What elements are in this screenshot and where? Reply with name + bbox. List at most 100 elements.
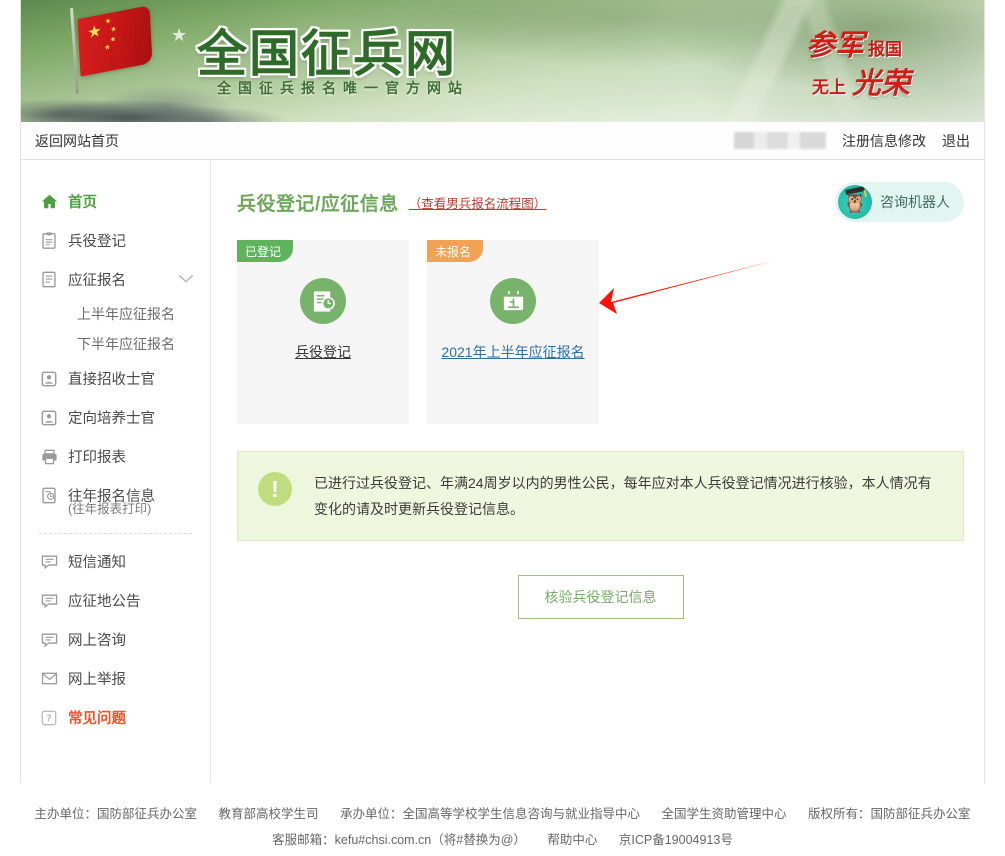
sidebar-item-home[interactable]: 首页 — [21, 182, 210, 221]
slogan-text-4: 光荣 — [852, 66, 911, 100]
sidebar-item-print-report[interactable]: 打印报表 — [21, 437, 210, 476]
sidebar-item-enlistment-application[interactable]: 应征报名 — [21, 260, 210, 299]
main-header: 兵役登记/应征信息 （查看男兵报名流程图） 🦉 咨询机器人 — [237, 182, 964, 222]
sidebar-item-label: 往年报名信息 — [68, 489, 155, 505]
star-icon: ★ — [110, 25, 117, 34]
status-cards: 已登记 兵役登记 未报名 2021年上半年应征报名 — [237, 240, 964, 424]
owl-robot-icon: 🦉 — [838, 185, 872, 219]
footer-organizer: 主办单位：国防部征兵办公室 — [34, 807, 197, 821]
card-2021-first-half-enlistment[interactable]: 未报名 2021年上半年应征报名 — [427, 240, 599, 424]
sidebar-item-targeted-training-nco[interactable]: 定向培养士官 — [21, 398, 210, 437]
red-arrow-icon — [599, 260, 777, 314]
footer-icp-link[interactable]: 京ICP备19004913号 — [619, 833, 733, 847]
badge-person-icon — [39, 408, 59, 428]
sidebar-navigation: 首页 兵役登记 应征报名 上半年应征报名 下半年应征报名 直接招收士官 定向培养… — [21, 160, 211, 783]
footer-support-email: 客服邮箱：kefu#chsi.com.cn（将#替换为@） — [272, 833, 526, 847]
page-title: 兵役登记/应征信息 — [237, 193, 399, 215]
printer-icon — [39, 447, 59, 467]
view-flowchart-link[interactable]: （查看男兵报名流程图） — [409, 193, 547, 212]
footer-line-2: 客服邮箱：kefu#chsi.com.cn（将#替换为@） 帮助中心 京ICP备… — [0, 827, 1005, 853]
star-icon: ★ — [86, 22, 103, 43]
history-icon — [39, 486, 59, 506]
sidebar-item-faq[interactable]: ? 常见问题 — [21, 698, 210, 737]
footer-undertaker: 承办单位：全国高等学校学生信息咨询与就业指导中心 — [339, 807, 640, 821]
calendar-icon — [490, 278, 536, 324]
return-home-link[interactable]: 返回网站首页 — [35, 131, 119, 151]
question-icon: ? — [39, 708, 59, 728]
sidebar-item-local-announcement[interactable]: 应征地公告 — [21, 581, 210, 620]
sidebar-item-past-applications[interactable]: 往年报名信息 — [21, 476, 210, 506]
document-icon — [39, 270, 59, 290]
card-link[interactable]: 兵役登记 — [237, 342, 409, 362]
message-icon — [39, 630, 59, 650]
sidebar-item-sms-notice[interactable]: 短信通知 — [21, 542, 210, 581]
edit-registration-info-link[interactable]: 注册信息修改 — [842, 131, 926, 151]
sidebar-item-label: 首页 — [68, 195, 97, 211]
status-badge: 未报名 — [427, 240, 484, 262]
footer-aid-center: 全国学生资助管理中心 — [661, 807, 787, 821]
sidebar-item-direct-recruit-nco[interactable]: 直接招收士官 — [21, 359, 210, 398]
chevron-down-icon[interactable] — [178, 272, 194, 288]
topnav-right-group: 注册信息修改 退出 — [734, 131, 970, 151]
badge-person-icon — [39, 369, 59, 389]
sidebar-item-label: 定向培养士官 — [68, 411, 155, 427]
footer-copyright: 版权所有：国防部征兵办公室 — [807, 807, 971, 821]
message-icon — [39, 591, 59, 611]
footer-help-center-link[interactable]: 帮助中心 — [547, 833, 597, 847]
sidebar-item-label: 应征报名 — [68, 273, 126, 289]
status-badge: 已登记 — [237, 240, 294, 262]
star-icon: ★ — [104, 43, 111, 53]
site-subtitle: 全国征兵报名唯一官方网站 — [217, 80, 469, 96]
sidebar-item-label: 打印报表 — [68, 450, 126, 466]
footer-moe-dept: 教育部高校学生司 — [218, 807, 319, 821]
site-banner: ★ ★ ★ ★ ★ ★ ★ 全国征兵网 全国征兵报名唯一官方网站 参军报国 无上… — [21, 0, 984, 122]
sidebar-subitem-first-half-year[interactable]: 上半年应征报名 — [21, 299, 210, 329]
sidebar-item-label: 直接招收士官 — [68, 372, 155, 388]
alert-text: 已进行过兵役登记、年满24周岁以内的男性公民，每年应对本人兵役登记情况进行核验，… — [314, 475, 932, 517]
site-title: 全国征兵网 — [197, 25, 457, 83]
sidebar-item-label: 网上举报 — [68, 672, 126, 688]
verify-registration-button[interactable]: 核验兵役登记信息 — [517, 575, 684, 619]
document-clock-icon — [300, 278, 346, 324]
sidebar-divider — [39, 533, 192, 534]
exclamation-icon: ! — [258, 472, 292, 506]
star-icon: ★ — [104, 17, 112, 26]
message-icon — [39, 552, 59, 572]
view-flowchart-link-text: （查看男兵报名流程图） — [408, 196, 547, 211]
main-content: 兵役登记/应征信息 （查看男兵报名流程图） 🦉 咨询机器人 已登记 兵役登记 未… — [211, 160, 984, 783]
logout-link[interactable]: 退出 — [942, 131, 970, 151]
action-row: 核验兵役登记信息 — [237, 575, 964, 619]
sidebar-item-label: 短信通知 — [68, 555, 126, 571]
clipboard-icon — [39, 231, 59, 251]
site-container: ★ ★ ★ ★ ★ ★ ★ 全国征兵网 全国征兵报名唯一官方网站 参军报国 无上… — [20, 0, 985, 783]
slogan-text-1: 参军 — [806, 28, 865, 62]
top-navigation-bar: 返回网站首页 注册信息修改 退出 — [21, 122, 984, 160]
info-alert: ! 已进行过兵役登记、年满24周岁以内的男性公民，每年应对本人兵役登记情况进行核… — [237, 451, 964, 541]
banner-slogan: 参军 报国 无上 光荣 — [756, 18, 966, 100]
consult-robot-button[interactable]: 🦉 咨询机器人 — [835, 182, 964, 222]
card-link[interactable]: 2021年上半年应征报名 — [427, 342, 599, 362]
card-military-registration[interactable]: 已登记 兵役登记 — [237, 240, 409, 424]
footer-line-1: 主办单位：国防部征兵办公室 教育部高校学生司 承办单位：全国高等学校学生信息咨询… — [0, 801, 1005, 827]
content-body: 首页 兵役登记 应征报名 上半年应征报名 下半年应征报名 直接招收士官 定向培养… — [21, 160, 984, 783]
username-redacted — [734, 132, 826, 149]
home-icon — [39, 192, 59, 212]
owl-glyph: 🦉 — [843, 193, 867, 215]
sidebar-subitem-second-half-year[interactable]: 下半年应征报名 — [21, 329, 210, 359]
star-icon: ★ — [171, 25, 188, 45]
sidebar-item-military-registration[interactable]: 兵役登记 — [21, 221, 210, 260]
sidebar-item-label: 兵役登记 — [68, 234, 126, 250]
slogan-text-3: 无上 — [812, 78, 846, 98]
envelope-icon — [39, 669, 59, 689]
site-footer: 主办单位：国防部征兵办公室 教育部高校学生司 承办单位：全国高等学校学生信息咨询… — [0, 783, 1005, 853]
sidebar-item-label: 常见问题 — [68, 711, 126, 727]
sidebar-item-online-consult[interactable]: 网上咨询 — [21, 620, 210, 659]
sidebar-item-label: 应征地公告 — [68, 594, 141, 610]
page-root: ★ ★ ★ ★ ★ ★ ★ 全国征兵网 全国征兵报名唯一官方网站 参军报国 无上… — [0, 0, 1005, 856]
consult-robot-label: 咨询机器人 — [880, 194, 950, 210]
svg-text:?: ? — [46, 713, 51, 724]
sidebar-item-label: 网上咨询 — [68, 633, 126, 649]
sidebar-item-online-report[interactable]: 网上举报 — [21, 659, 210, 698]
star-icon: ★ — [109, 35, 117, 44]
slogan-text-2: 报国 — [868, 40, 903, 60]
